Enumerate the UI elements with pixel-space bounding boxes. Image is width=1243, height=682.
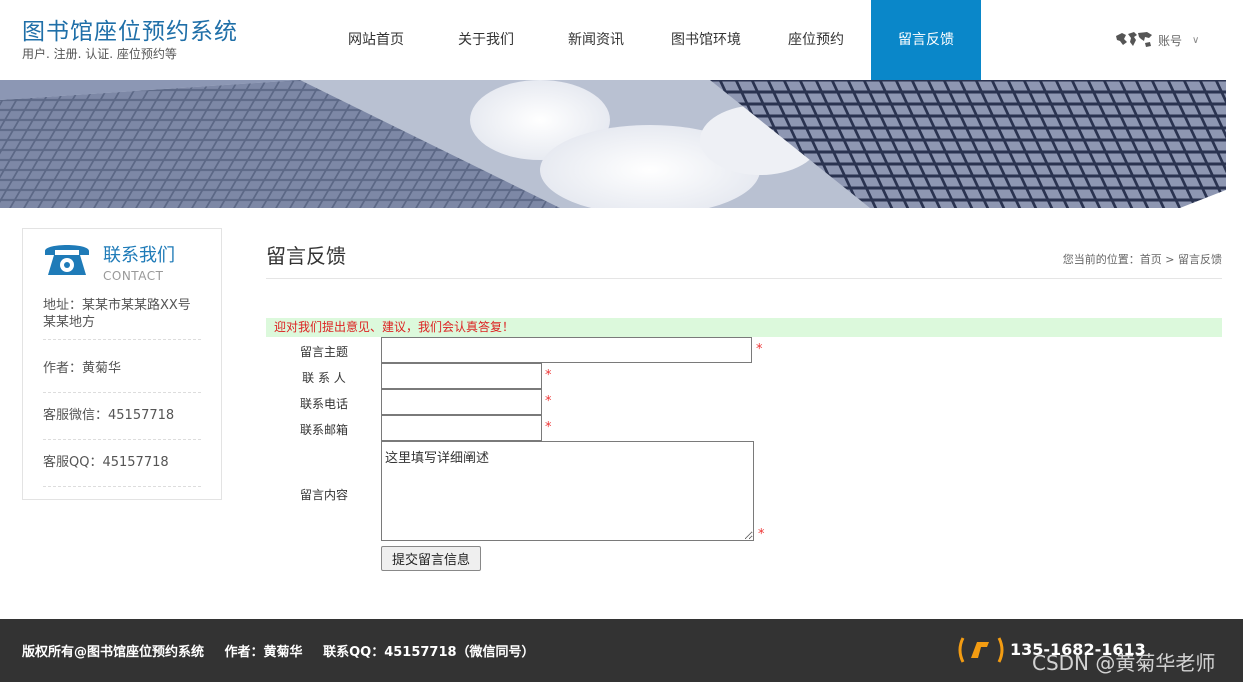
phone-handset-icon	[958, 637, 1004, 663]
contact-wechat: 客服微信：45157718	[43, 407, 201, 440]
required-mark: *	[545, 368, 552, 383]
content-textarea[interactable]: 这里填写详细阐述	[381, 441, 754, 541]
contact-qq: 客服QQ：45157718	[43, 454, 201, 487]
header: 图书馆座位预约系统 用户. 注册. 认证. 座位预约等 网站首页 关于我们 新闻…	[0, 0, 1243, 80]
contact-person-label: 联 系 人	[302, 371, 346, 385]
footer-qq: 联系QQ：45157718（微信同号）	[323, 645, 535, 660]
nav-item-feedback[interactable]: 留言反馈	[871, 0, 981, 80]
main-nav: 网站首页 关于我们 新闻资讯 图书馆环境 座位预约 留言反馈	[321, 0, 981, 80]
hero-banner	[0, 80, 1226, 208]
world-map-icon	[1116, 32, 1152, 47]
breadcrumb[interactable]: 您当前的位置：首页 > 留言反馈	[1063, 251, 1222, 267]
chevron-down-icon: ∨	[1192, 34, 1200, 46]
notice-banner: 迎对我们提出意见、建议，我们会认真答复！	[266, 318, 1222, 337]
subject-label: 留言主题	[299, 345, 348, 359]
title-divider	[266, 278, 1222, 279]
subject-input[interactable]	[381, 337, 752, 363]
site-logo-subtitle: 用户. 注册. 认证. 座位预约等	[22, 47, 177, 61]
footer-copyright: 版权所有@图书馆座位预约系统	[22, 645, 205, 660]
email-label: 联系邮箱	[299, 423, 348, 437]
nav-item-environment[interactable]: 图书馆环境	[651, 0, 761, 80]
csdn-watermark: CSDN @黄菊华老师	[1032, 651, 1216, 675]
required-mark: *	[756, 342, 763, 357]
footer-author: 作者：黄菊华	[224, 645, 303, 660]
submit-button[interactable]: 提交留言信息	[381, 546, 481, 571]
nav-item-seat-booking[interactable]: 座位预约	[761, 0, 871, 80]
account-label: 账号	[1158, 33, 1183, 48]
skyscraper-banner-image	[0, 80, 1226, 208]
contact-author: 作者：黄菊华	[43, 360, 201, 393]
account-menu[interactable]: 账号 ∨	[1114, 30, 1199, 50]
contact-sidebar: 联系我们 CONTACT 地址：某某市某某路XX号某某地方 作者：黄菊华 客服微…	[22, 228, 222, 500]
contact-subtitle: CONTACT	[103, 269, 164, 283]
footer-info: 版权所有@图书馆座位预约系统 作者：黄菊华 联系QQ：45157718（微信同号…	[22, 641, 535, 660]
nav-item-about[interactable]: 关于我们	[431, 0, 541, 80]
footer: 版权所有@图书馆座位预约系统 作者：黄菊华 联系QQ：45157718（微信同号…	[0, 619, 1243, 682]
site-logo-title[interactable]: 图书馆座位预约系统	[22, 12, 238, 46]
contact-person-input[interactable]	[381, 363, 542, 389]
required-mark: *	[545, 420, 552, 435]
required-mark: *	[758, 527, 765, 542]
email-input[interactable]	[381, 415, 542, 441]
content-label: 留言内容	[299, 488, 348, 502]
contact-title: 联系我们	[103, 245, 175, 266]
telephone-icon	[45, 245, 89, 275]
phone-input[interactable]	[381, 389, 542, 415]
page-title: 留言反馈	[266, 244, 346, 268]
required-mark: *	[545, 394, 552, 409]
nav-item-home[interactable]: 网站首页	[321, 0, 431, 80]
phone-label: 联系电话	[299, 397, 348, 411]
nav-item-news[interactable]: 新闻资讯	[541, 0, 651, 80]
contact-address: 地址：某某市某某路XX号某某地方	[43, 297, 201, 340]
